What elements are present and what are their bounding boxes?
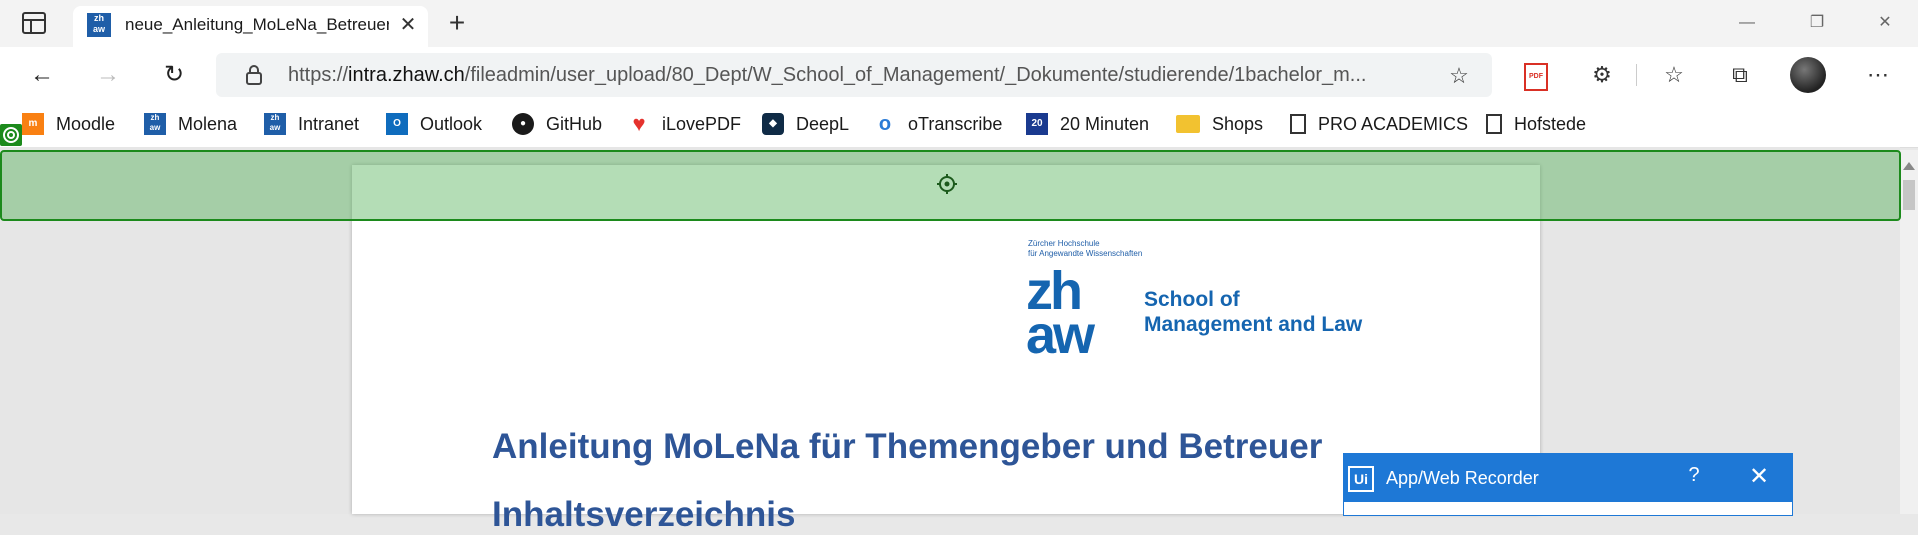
bookmark-shops[interactable]: Shops: [1176, 111, 1263, 137]
toolbar-divider: [1636, 64, 1637, 86]
scroll-up-icon[interactable]: [1903, 162, 1915, 170]
tab-title: neue_Anleitung_MoLeNa_Betreuer: [125, 15, 389, 34]
school-small-text: Zürcher Hochschule für Angewandte Wissen…: [1028, 239, 1142, 259]
more-menu-icon[interactable]: ⋯: [1860, 57, 1896, 93]
back-icon[interactable]: ←: [24, 57, 60, 93]
logo-line: aw: [1026, 305, 1095, 365]
bookmark-intranet[interactable]: zh aw Intranet: [264, 111, 359, 137]
uipath-logo-icon: Ui: [1348, 466, 1374, 492]
zhaw-icon: zh aw: [87, 13, 111, 37]
tab-actions-icon[interactable]: [22, 12, 46, 34]
zhaw-icon: zh aw: [264, 113, 286, 135]
close-tab-icon[interactable]: ✕: [396, 13, 420, 37]
recorder-close-icon[interactable]: ✕: [1744, 462, 1774, 491]
bookmark-github[interactable]: ● GitHub: [512, 111, 602, 137]
folder-icon: [1176, 115, 1200, 133]
heart-icon: ♥: [632, 111, 646, 136]
school-name-line: School of: [1144, 288, 1240, 311]
bookmark-label: 20 Minuten: [1060, 113, 1150, 134]
address-bar[interactable]: https://intra.zhaw.ch/fileadmin/user_upl…: [216, 53, 1492, 97]
school-name-line: Management and Law: [1144, 313, 1363, 336]
document-subtitle: Inhaltsverzeichnis: [492, 495, 796, 534]
moodle-icon: m: [22, 113, 44, 135]
school-name: School of Management and Law: [1144, 287, 1362, 337]
forward-icon[interactable]: →: [90, 57, 126, 93]
refresh-icon[interactable]: ↻: [156, 57, 192, 93]
bookmark-pro-academics[interactable]: PRO ACADEMICS: [1290, 111, 1468, 137]
bookmark-label: Shops: [1212, 113, 1264, 134]
collections-icon[interactable]: ⧉: [1722, 57, 1758, 93]
minimize-icon[interactable]: —: [1724, 8, 1770, 38]
pdf-extension-icon[interactable]: PDF: [1518, 57, 1554, 93]
selector-badge-icon: [0, 124, 22, 146]
browser-toolbar: ← → ↻ https://intra.zhaw.ch/fileadmin/us…: [0, 47, 1918, 103]
extensions-icon[interactable]: ⚙: [1584, 57, 1620, 93]
window-close-icon[interactable]: ✕: [1862, 8, 1908, 38]
profile-avatar[interactable]: [1790, 57, 1826, 93]
tab-strip: zh aw neue_Anleitung_MoLeNa_Betreuer ✕ + …: [0, 0, 1918, 48]
target-icon: [937, 174, 957, 194]
url-prefix: https://: [288, 64, 349, 86]
bookmark-label: Hofstede: [1514, 113, 1587, 134]
bookmark-deepl[interactable]: ◆ DeepL: [762, 111, 849, 137]
bookmark-label: Outlook: [420, 113, 483, 134]
bookmark-label: GitHub: [546, 113, 603, 134]
page-icon: [1290, 114, 1306, 134]
bookmark-20minuten[interactable]: 20 20 Minuten: [1026, 111, 1149, 137]
favorites-icon[interactable]: ☆: [1656, 57, 1692, 93]
github-icon: ●: [512, 113, 534, 135]
bookmark-label: Moodle: [56, 113, 116, 134]
page-icon: [1486, 114, 1502, 134]
bookmarks-bar: m Moodle zh aw Molena zh aw Intranet O Outlook…: [0, 103, 1918, 148]
add-favorite-icon[interactable]: ☆: [1444, 61, 1474, 91]
bookmark-label: DeepL: [796, 113, 850, 134]
outlook-icon: O: [386, 113, 408, 135]
document-title: Anleitung MoLeNa für Themengeber und Bet…: [492, 427, 1323, 466]
bookmark-label: oTranscribe: [908, 113, 1003, 134]
school-small-line: Zürcher Hochschule: [1028, 239, 1100, 248]
bookmark-ilovepdf[interactable]: ♥ iLovePDF: [628, 111, 741, 137]
recorder-title: App/Web Recorder: [1386, 468, 1539, 488]
bookmark-label: iLovePDF: [662, 113, 742, 134]
bookmark-label: PRO ACADEMICS: [1318, 113, 1469, 134]
zhaw-logo: zh aw: [1026, 264, 1136, 365]
url-path: /fileadmin/user_upload/80_Dept/W_School_…: [464, 64, 1367, 86]
url-text[interactable]: https://intra.zhaw.ch/fileadmin/user_upl…: [288, 64, 1428, 87]
bookmark-outlook[interactable]: O Outlook: [386, 111, 482, 137]
lock-icon[interactable]: [244, 64, 264, 86]
bookmark-moodle[interactable]: m Moodle: [22, 111, 115, 137]
bookmark-molena[interactable]: zh aw Molena: [144, 111, 237, 137]
scrollbar[interactable]: [1900, 150, 1918, 514]
bookmark-otranscribe[interactable]: o oTranscribe: [874, 111, 1002, 137]
bookmark-label: Molena: [178, 113, 238, 134]
zhaw-icon: zh aw: [144, 113, 166, 135]
otranscribe-icon: o: [878, 113, 892, 135]
school-small-line: für Angewandte Wissenschaften: [1028, 249, 1143, 258]
recorder-header[interactable]: Ui App/Web Recorder ? ✕: [1344, 454, 1792, 502]
new-tab-icon[interactable]: +: [442, 8, 472, 38]
recorder-panel: Ui App/Web Recorder ? ✕: [1343, 453, 1793, 516]
restore-icon[interactable]: ❐: [1794, 8, 1840, 38]
bookmark-label: Intranet: [298, 113, 360, 134]
active-tab[interactable]: zh aw neue_Anleitung_MoLeNa_Betreuer ✕: [73, 6, 428, 48]
url-domain: intra.zhaw.ch: [348, 64, 465, 86]
help-icon[interactable]: ?: [1679, 464, 1709, 487]
20min-icon: 20: [1026, 113, 1048, 135]
bookmark-hofstede[interactable]: Hofstede: [1486, 111, 1586, 137]
deepl-icon: ◆: [762, 113, 784, 135]
scroll-thumb[interactable]: [1903, 180, 1915, 210]
